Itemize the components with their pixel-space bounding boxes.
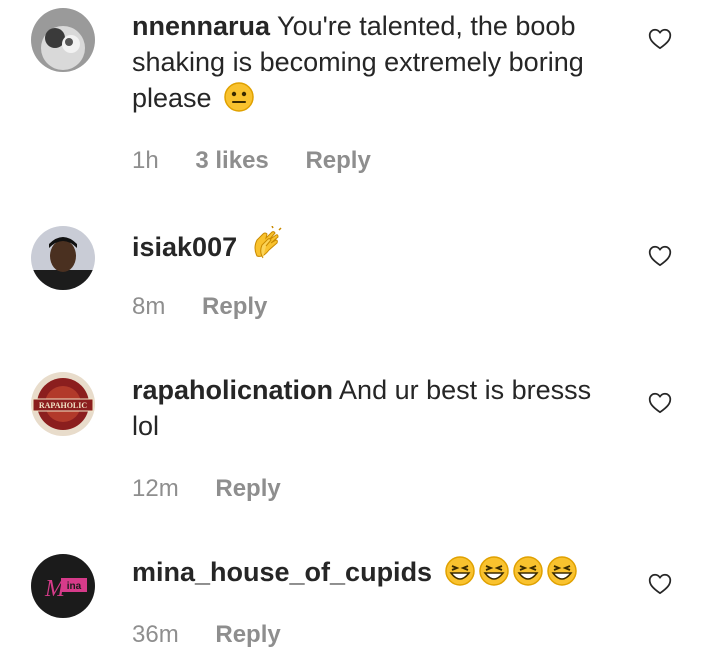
comment-time: 36m bbox=[132, 621, 179, 648]
avatar[interactable] bbox=[31, 226, 95, 290]
avatar[interactable]: M ina bbox=[31, 554, 95, 618]
reply-button[interactable]: Reply bbox=[215, 621, 280, 648]
comment-text: rapaholicnation And ur best is bresss lo… bbox=[132, 372, 612, 444]
like-heart-icon[interactable] bbox=[647, 390, 673, 416]
comment-meta: 12m Reply bbox=[132, 475, 281, 503]
comment-username[interactable]: rapaholicnation bbox=[132, 375, 333, 405]
reply-button[interactable]: Reply bbox=[215, 475, 280, 502]
grinning-squinting-face-icon bbox=[444, 555, 584, 596]
svg-text:RAPAHOLIC: RAPAHOLIC bbox=[39, 401, 88, 410]
clapping-hands-icon bbox=[249, 225, 285, 271]
comment-meta: 36m Reply bbox=[132, 621, 281, 649]
comment-username[interactable]: nnennarua bbox=[132, 11, 270, 41]
neutral-face-icon bbox=[223, 81, 255, 122]
reply-button[interactable]: Reply bbox=[305, 147, 370, 174]
like-heart-icon[interactable] bbox=[647, 26, 673, 52]
comment-meta: 8m Reply bbox=[132, 293, 267, 321]
comment-likes[interactable]: 3 likes bbox=[195, 147, 268, 174]
comment-time: 1h bbox=[132, 147, 159, 174]
reply-button[interactable]: Reply bbox=[202, 293, 267, 320]
avatar[interactable] bbox=[31, 8, 95, 72]
comment-username[interactable]: mina_house_of_cupids bbox=[132, 557, 432, 587]
comment-time: 12m bbox=[132, 475, 179, 502]
like-heart-icon[interactable] bbox=[647, 243, 673, 269]
comment-text: isiak007 bbox=[132, 225, 612, 271]
like-heart-icon[interactable] bbox=[647, 571, 673, 597]
avatar[interactable]: RAPAHOLIC bbox=[31, 372, 95, 436]
comment-text: nnennarua You're talented, the boob shak… bbox=[132, 8, 612, 122]
svg-text:ina: ina bbox=[67, 581, 82, 592]
comment-username[interactable]: isiak007 bbox=[132, 232, 237, 262]
comment-text: mina_house_of_cupids bbox=[132, 554, 612, 596]
comment-time: 8m bbox=[132, 293, 166, 320]
comment-meta: 1h 3 likes Reply bbox=[132, 147, 371, 175]
